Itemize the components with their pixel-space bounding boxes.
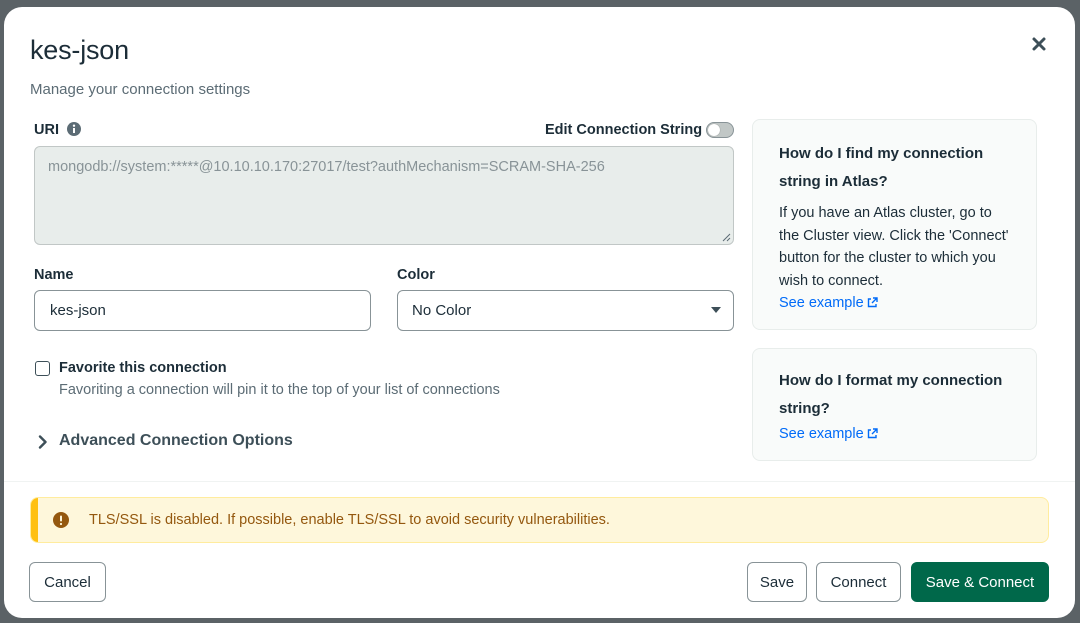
tls-warning-banner: TLS/SSL is disabled. If possible, enable… (30, 497, 1049, 543)
save-and-connect-button[interactable]: Save & Connect (911, 562, 1049, 602)
see-example-link-text: See example (779, 295, 864, 311)
help-card-atlas: How do I find my connection string in At… (752, 119, 1037, 330)
banner-text: TLS/SSL is disabled. If possible, enable… (89, 512, 610, 528)
connect-button[interactable]: Connect (816, 562, 901, 602)
info-icon[interactable] (66, 121, 82, 137)
resize-handle-icon[interactable] (722, 233, 731, 242)
external-link-icon (867, 428, 878, 439)
color-label: Color (397, 267, 435, 283)
help-card-body: If you have an Atlas cluster, go to the … (779, 205, 1009, 289)
external-link-icon (867, 297, 878, 308)
help-card-format: How do I format my connection string? Se… (752, 348, 1037, 461)
help-card-title: How do I find my connection string in At… (779, 145, 984, 190)
name-label: Name (34, 267, 74, 283)
close-icon[interactable] (1028, 33, 1050, 55)
see-example-link-text: See example (779, 426, 864, 442)
favorite-label[interactable]: Favorite this connection (59, 360, 227, 376)
warning-icon (53, 512, 69, 528)
banner-accent-bar (31, 498, 38, 542)
color-select-value: No Color (412, 302, 472, 319)
help-card-title: How do I format my connection string? (779, 372, 1003, 417)
see-example-link[interactable]: See example (779, 423, 878, 445)
name-input[interactable] (34, 290, 371, 331)
favorite-checkbox[interactable] (35, 361, 50, 376)
favorite-description: Favoriting a connection will pin it to t… (59, 382, 500, 398)
footer-divider (4, 481, 1075, 482)
edit-connection-string-label: Edit Connection String (545, 122, 703, 138)
edit-connection-string-toggle[interactable] (706, 122, 734, 138)
modal-title: kes-json (30, 35, 129, 65)
caret-down-icon (711, 307, 721, 313)
toggle-knob (708, 124, 720, 136)
cancel-button[interactable]: Cancel (29, 562, 106, 602)
modal-subtitle: Manage your connection settings (30, 81, 251, 98)
color-select[interactable]: No Color (397, 290, 734, 331)
advanced-options-label: Advanced Connection Options (59, 432, 293, 449)
save-button[interactable]: Save (747, 562, 807, 602)
uri-label: URI (34, 122, 59, 138)
uri-textarea[interactable]: mongodb://system:*****@10.10.10.170:2701… (34, 146, 734, 245)
uri-value: mongodb://system:*****@10.10.10.170:2701… (48, 159, 605, 175)
chevron-right-icon (38, 435, 47, 449)
see-example-link[interactable]: See example (779, 292, 878, 314)
connection-modal: kes-json Manage your connection settings… (4, 7, 1075, 618)
